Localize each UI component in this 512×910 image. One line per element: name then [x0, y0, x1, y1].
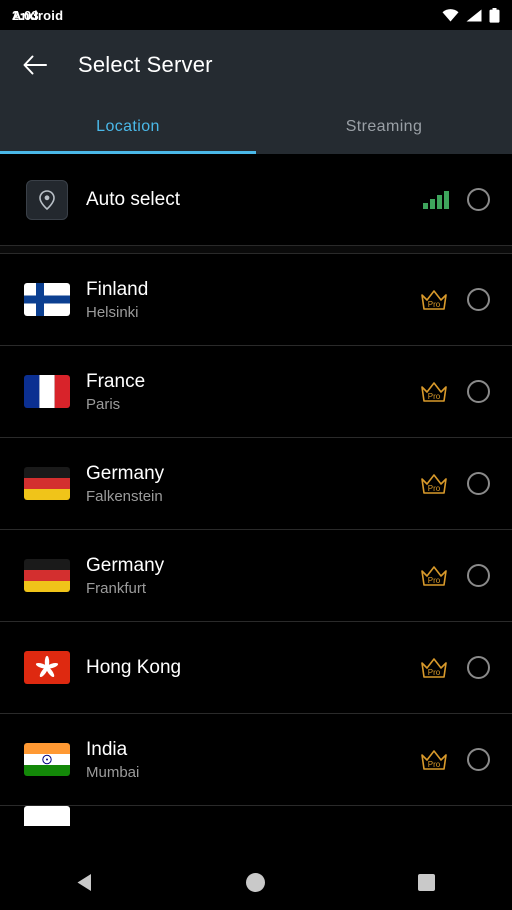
finland-flag — [24, 283, 70, 316]
list-item-partial[interactable] — [0, 806, 512, 826]
germany-flag — [24, 559, 70, 592]
flag-wrap — [24, 806, 70, 826]
list-item-title: France — [86, 370, 146, 392]
svg-text:Pro: Pro — [428, 668, 441, 677]
list-item-hong-kong[interactable]: Hong Kong Pro — [0, 622, 512, 713]
list-item-subtitle: Falkenstein — [86, 487, 163, 505]
flag-wrap — [24, 743, 70, 776]
radio-germany-frankfurt[interactable] — [467, 564, 490, 587]
partial-flag — [24, 806, 70, 826]
radio-finland[interactable] — [467, 288, 490, 311]
list-item-title: Finland — [86, 278, 149, 300]
cellular-signal-icon — [466, 9, 482, 21]
status-bar-right — [442, 7, 500, 23]
nav-recents-button[interactable] — [397, 855, 457, 910]
list-item-subtitle: Helsinki — [86, 303, 139, 321]
list-item-title: Hong Kong — [86, 656, 182, 678]
svg-text:Pro: Pro — [428, 392, 441, 401]
nav-back-button[interactable] — [55, 855, 115, 910]
list-item-finland[interactable]: Finland Helsinki Pro — [0, 254, 512, 345]
app-bar: Select Server — [0, 30, 512, 100]
flag-wrap — [24, 651, 70, 684]
phone-screen: Android 2:03 Select Server Location Stre… — [0, 0, 512, 910]
list-item-right: Pro — [419, 379, 490, 405]
pro-crown-icon: Pro — [421, 381, 447, 402]
list-item-subtitle: Frankfurt — [86, 579, 147, 597]
germany-flag — [24, 467, 70, 500]
list-item-texts: Germany Frankfurt — [70, 555, 419, 597]
tab-streaming[interactable]: Streaming — [256, 100, 512, 154]
back-button[interactable] — [22, 52, 48, 78]
flag-wrap — [24, 375, 70, 408]
list-item-right: Pro — [419, 471, 490, 497]
list-item-right: Pro — [419, 287, 490, 313]
arrow-back-icon — [23, 55, 47, 75]
list-item-auto-select[interactable]: Auto select — [0, 154, 512, 245]
auto-select-tile — [26, 179, 68, 220]
tab-location[interactable]: Location — [0, 100, 256, 154]
india-flag — [24, 743, 70, 776]
list-item-title: Auto select — [86, 188, 180, 210]
list-item-germany-frankfurt[interactable]: Germany Frankfurt Pro — [0, 530, 512, 621]
pro-crown-icon: Pro — [421, 565, 447, 586]
list-item-france[interactable]: France Paris Pro — [0, 346, 512, 437]
list-item-right: Pro — [419, 563, 490, 589]
auto-select-texts: Auto select — [70, 189, 423, 211]
list-item-texts: India Mumbai — [70, 739, 419, 781]
flag-wrap — [24, 559, 70, 592]
list-item-texts: France Paris — [70, 371, 419, 413]
list-item-texts: Finland Helsinki — [70, 279, 419, 321]
battery-icon — [489, 7, 500, 23]
status-bar: Android 2:03 — [0, 0, 512, 30]
page-title: Select Server — [78, 52, 213, 77]
wifi-icon — [442, 8, 459, 21]
list-item-title: India — [86, 738, 128, 760]
tab-bar: Location Streaming — [0, 100, 512, 154]
location-pin-icon — [39, 189, 55, 210]
radio-france[interactable] — [467, 380, 490, 403]
list-item-title: Germany — [86, 462, 165, 484]
list-item-right: Pro — [419, 747, 490, 773]
radio-india[interactable] — [467, 748, 490, 771]
list-item-germany-falkenstein[interactable]: Germany Falkenstein Pro — [0, 438, 512, 529]
list-item-texts: Hong Kong — [70, 657, 419, 679]
list-item-texts: Germany Falkenstein — [70, 463, 419, 505]
auto-select-right — [423, 188, 490, 211]
back-triangle-icon — [77, 874, 91, 891]
list-item-subtitle: Mumbai — [86, 763, 140, 781]
signal-bars-icon — [423, 190, 449, 209]
svg-text:Pro: Pro — [428, 760, 441, 769]
server-list: Auto select Finland Helsinki Pro France … — [0, 154, 512, 826]
recents-square-icon — [418, 874, 436, 891]
radio-hong-kong[interactable] — [467, 656, 490, 679]
section-gap — [0, 246, 512, 253]
hongkong-flag — [24, 651, 70, 684]
pro-crown-icon: Pro — [421, 749, 447, 770]
list-item-india[interactable]: India Mumbai Pro — [0, 714, 512, 805]
status-bar-left: Android 2:03 — [12, 8, 63, 23]
pro-crown-icon: Pro — [421, 657, 447, 678]
radio-auto-select[interactable] — [467, 188, 490, 211]
france-flag — [24, 375, 70, 408]
list-item-subtitle: Paris — [86, 395, 121, 413]
svg-text:Pro: Pro — [428, 300, 441, 309]
list-item-right: Pro — [419, 655, 490, 681]
flag-wrap — [24, 467, 70, 500]
svg-text:Pro: Pro — [428, 484, 441, 493]
list-item-title: Germany — [86, 554, 165, 576]
pro-crown-icon: Pro — [421, 289, 447, 310]
flag-wrap — [24, 283, 70, 316]
home-circle-icon — [246, 873, 266, 892]
status-bar-clock: 2:03 — [12, 7, 39, 23]
svg-text:Pro: Pro — [428, 576, 441, 585]
auto-select-icon-wrap — [24, 179, 70, 220]
radio-germany-falkenstein[interactable] — [467, 472, 490, 495]
pro-crown-icon: Pro — [421, 473, 447, 494]
android-nav-bar — [0, 855, 512, 910]
nav-home-button[interactable] — [226, 855, 286, 910]
